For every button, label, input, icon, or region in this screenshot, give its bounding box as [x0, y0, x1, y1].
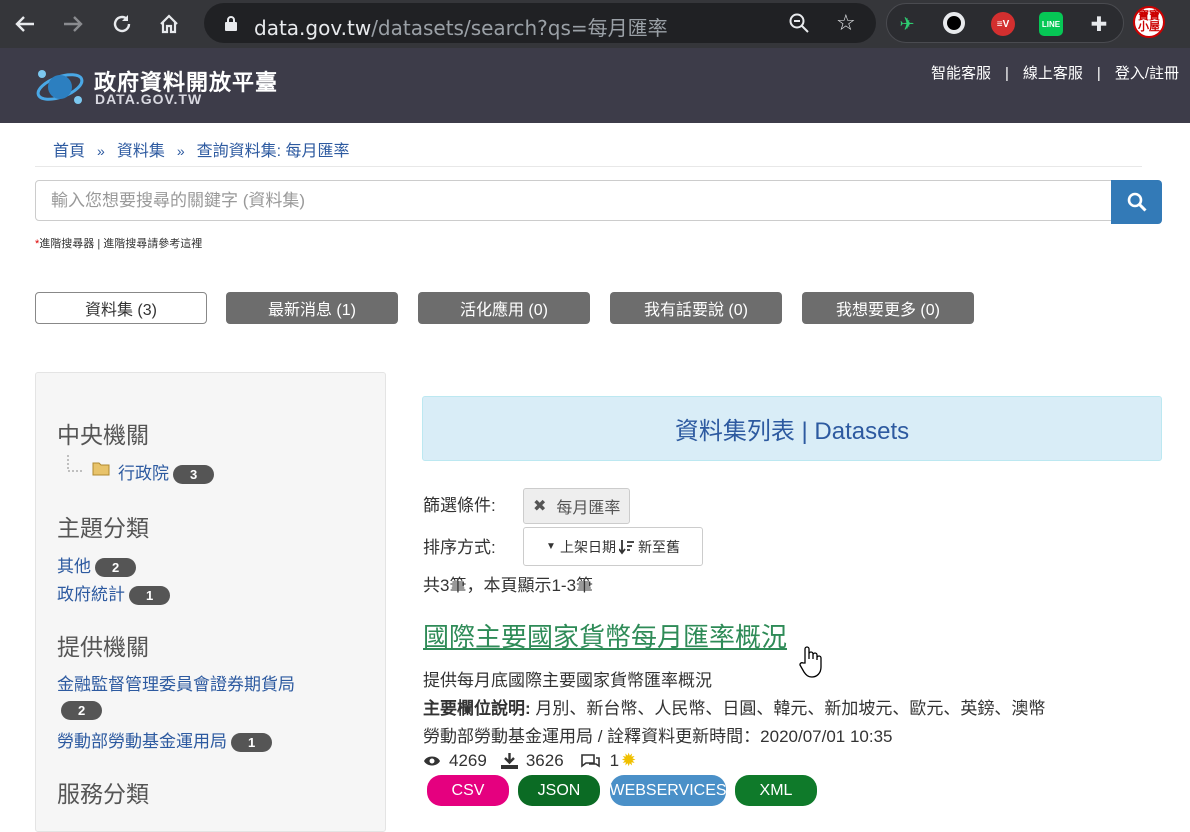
format-webservices-button[interactable]: WEBSERVICES: [609, 775, 727, 806]
filter-chip[interactable]: ✖ 每月匯率: [523, 488, 631, 524]
bookmark-star-icon[interactable]: ☆: [836, 10, 856, 36]
format-json-button[interactable]: JSON: [518, 775, 600, 806]
view-count: 4269: [449, 750, 487, 770]
forward-icon[interactable]: [57, 8, 89, 40]
tab-requests[interactable]: 我想要更多 (0): [802, 292, 974, 324]
expressvpn-extension-icon[interactable]: ≡V: [991, 12, 1015, 36]
profile-avatar[interactable]: 寶寶小屋: [1133, 6, 1165, 38]
search-input[interactable]: [35, 180, 1112, 221]
caret-down-icon: ▼: [546, 541, 556, 552]
provider-heading: 提供機關: [57, 634, 149, 660]
dataset-fields: 主要欄位說明: 月別、新台幣、人民幣、日圓、韓元、新加坡元、歐元、英鎊、澳幣: [423, 699, 1046, 718]
count-badge: 1: [231, 733, 273, 753]
back-icon[interactable]: [9, 8, 41, 40]
dataset-title-link[interactable]: 國際主要國家貨幣每月匯率概況: [423, 617, 787, 654]
address-bar[interactable]: data.gov.tw/datasets/search?qs=每月匯率 ☆: [204, 3, 876, 43]
tab-comments[interactable]: 我有話要說 (0): [610, 292, 782, 324]
tree-line-icon: [64, 455, 84, 475]
sidebar-item-labor-fund[interactable]: 勞動部勞動基金運用局 1: [57, 727, 273, 753]
topic-heading: 主題分類: [57, 515, 149, 541]
sidebar-item-fsc-securities[interactable]: 金融監督管理委員會證券期貨局: [57, 670, 295, 695]
search-icon: [1127, 192, 1147, 212]
site-logo-icon[interactable]: [34, 64, 86, 110]
dataset-list-title: 資料集列表 | Datasets: [422, 396, 1162, 461]
comment-icon: [580, 753, 600, 768]
comment-count: 1: [609, 750, 620, 770]
sidebar-item-gov-statistics[interactable]: 政府統計 1: [57, 580, 171, 606]
sidebar-item-other[interactable]: 其他 2: [57, 552, 137, 578]
sun-icon: ✹: [621, 750, 637, 770]
format-csv-button[interactable]: CSV: [427, 775, 509, 806]
home-icon[interactable]: [153, 8, 185, 40]
tab-applications[interactable]: 活化應用 (0): [418, 292, 590, 324]
count-badge: 2: [95, 558, 137, 578]
download-icon: [500, 752, 518, 769]
central-agencies-heading: 中央機關: [57, 422, 149, 448]
dataset-provider: 勞動部勞動基金運用局 / 詮釋資料更新時間：2020/07/01 10:35: [423, 727, 893, 746]
login-link[interactable]: 登入/註冊: [1115, 65, 1179, 82]
puzzle-icon[interactable]: ✚: [1087, 12, 1111, 36]
sort-dropdown[interactable]: ▼ 上架日期 新至舊: [523, 527, 703, 566]
sidebar-item-executive-yuan[interactable]: 行政院 3: [118, 459, 215, 485]
result-summary: 共3筆，本頁顯示1-3筆: [423, 576, 594, 595]
sidebar-item-fsc-count: 2: [57, 700, 103, 721]
advanced-search-note[interactable]: *進階搜尋器 | 進階搜尋請參考這裡: [35, 235, 202, 251]
sort-descending-icon: [618, 539, 634, 554]
top-links: 智能客服 | 線上客服 | 登入/註冊: [930, 65, 1179, 82]
breadcrumb: 首頁 » 資料集 » 查詢資料集: 每月匯率: [53, 137, 350, 161]
lock-icon[interactable]: [224, 15, 238, 36]
download-count: 3626: [525, 750, 564, 770]
hand-cursor-icon: [798, 645, 824, 684]
dataset-description: 提供每月底國際主要國家貨幣匯率概況: [423, 671, 712, 690]
breadcrumb-datasets[interactable]: 資料集: [117, 143, 165, 160]
count-badge: 3: [173, 465, 215, 485]
browser-toolbar: data.gov.tw/datasets/search?qs=每月匯率 ☆ ✈ …: [0, 0, 1190, 48]
circle-extension-icon[interactable]: [943, 12, 965, 34]
smart-service-link[interactable]: 智能客服: [931, 65, 991, 82]
line-extension-icon[interactable]: LINE: [1039, 12, 1063, 36]
dataset-stats: 4269 3626 1 ✹: [423, 750, 636, 771]
remove-filter-icon[interactable]: ✖: [533, 496, 546, 516]
site-name-en[interactable]: DATA.GOV.TW: [95, 91, 202, 107]
sort-label: 排序方式:: [423, 538, 496, 557]
folder-icon: [92, 460, 110, 476]
zoom-icon[interactable]: [788, 12, 810, 39]
breadcrumb-separator-icon: »: [97, 143, 105, 159]
tab-datasets[interactable]: 資料集 (3): [35, 292, 207, 324]
search-button[interactable]: [1111, 180, 1162, 224]
breadcrumb-separator-icon: »: [176, 143, 185, 159]
reload-icon[interactable]: [106, 8, 138, 40]
online-service-link[interactable]: 線上客服: [1023, 65, 1083, 82]
breadcrumb-current: 查詢資料集: 每月匯率: [196, 143, 350, 160]
bird-extension-icon[interactable]: ✈: [895, 12, 919, 36]
format-xml-button[interactable]: XML: [735, 775, 817, 806]
service-heading: 服務分類: [57, 781, 149, 807]
divider: [35, 166, 1142, 167]
tab-news[interactable]: 最新消息 (1): [226, 292, 398, 324]
count-badge: 2: [61, 701, 103, 721]
site-header: 政府資料開放平臺 DATA.GOV.TW 智能客服 | 線上客服 | 登入/註冊: [0, 48, 1190, 123]
count-badge: 1: [129, 586, 171, 606]
breadcrumb-home[interactable]: 首頁: [53, 143, 85, 160]
extensions-bar: ✈ ≡V LINE ✚: [886, 3, 1124, 43]
filter-label: 篩選條件:: [423, 496, 496, 515]
url-text[interactable]: data.gov.tw/datasets/search?qs=每月匯率: [254, 12, 668, 41]
eye-icon: [424, 756, 440, 765]
filter-sidebar: 中央機關 行政院 3 主題分類 其他 2 政府統計 1 提供機關 金融監督管理委員會證…: [35, 372, 386, 832]
